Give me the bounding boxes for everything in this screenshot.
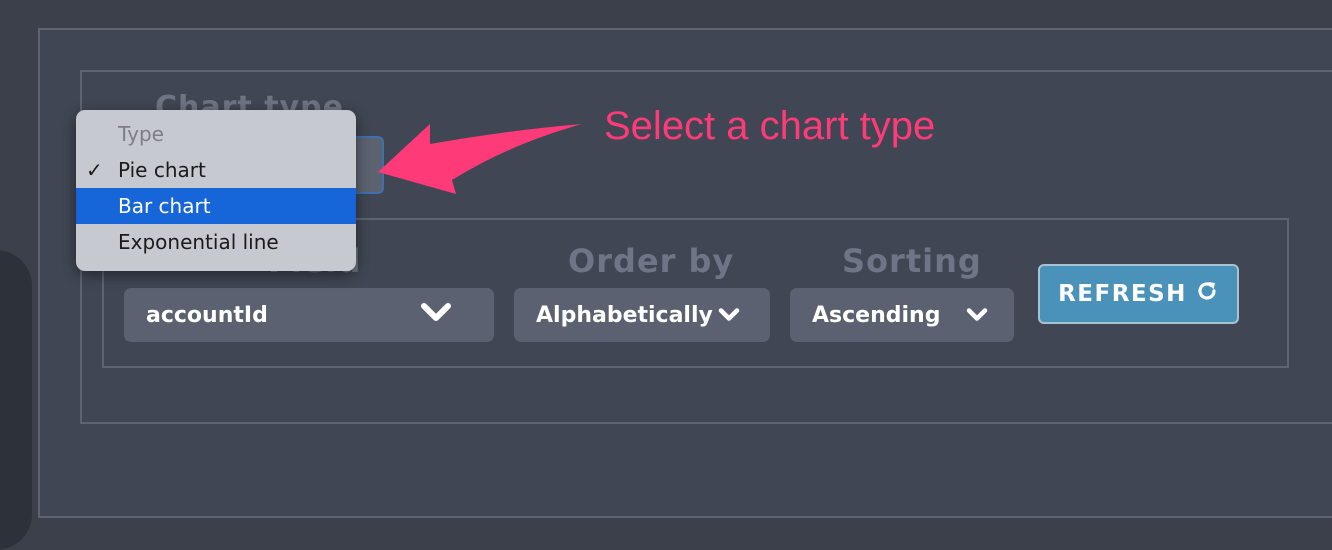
- chevron-down-icon: [718, 303, 740, 328]
- field-select-value: accountId: [146, 302, 268, 328]
- menu-item-exponential-line[interactable]: Exponential line: [76, 224, 356, 260]
- chart-type-dropdown-menu: Type ✓ Pie chart Bar chart Exponential l…: [76, 110, 356, 271]
- menu-header: Type: [118, 122, 164, 146]
- annotation-text: Select a chart type: [604, 104, 936, 148]
- refresh-button[interactable]: REFRESH: [1038, 264, 1239, 324]
- side-card: [0, 250, 32, 550]
- order-by-label: Order by: [568, 242, 735, 280]
- menu-item-bar-chart[interactable]: Bar chart: [76, 188, 356, 224]
- refresh-icon: [1195, 279, 1219, 309]
- menu-item-label: Bar chart: [118, 194, 211, 218]
- menu-item-label: Exponential line: [118, 230, 279, 254]
- sorting-select[interactable]: Ascending: [790, 288, 1014, 342]
- order-by-select[interactable]: Alphabetically: [514, 288, 770, 342]
- menu-item-pie-chart[interactable]: ✓ Pie chart: [76, 152, 356, 188]
- chevron-down-icon: [966, 303, 988, 328]
- chevron-down-icon: [420, 302, 452, 328]
- annotation-arrow-icon: [378, 124, 582, 194]
- menu-item-label: Pie chart: [118, 158, 206, 182]
- refresh-button-label: REFRESH: [1058, 281, 1187, 307]
- field-select[interactable]: accountId: [124, 288, 494, 342]
- checkmark-icon: ✓: [86, 158, 103, 182]
- sorting-label: Sorting: [842, 242, 982, 280]
- sorting-select-value: Ascending: [812, 302, 941, 328]
- order-by-select-value: Alphabetically: [536, 302, 713, 328]
